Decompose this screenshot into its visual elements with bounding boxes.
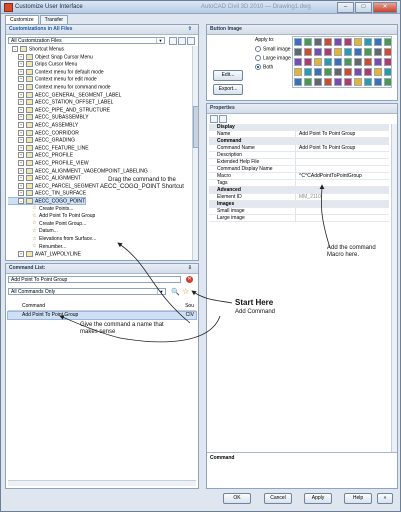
annotation-arrows: [59, 184, 331, 343]
arrow-drag: [117, 242, 191, 324]
arrow-macro: [319, 184, 331, 249]
arrow-name: [59, 315, 221, 343]
arrow-start-here: [191, 290, 233, 304]
